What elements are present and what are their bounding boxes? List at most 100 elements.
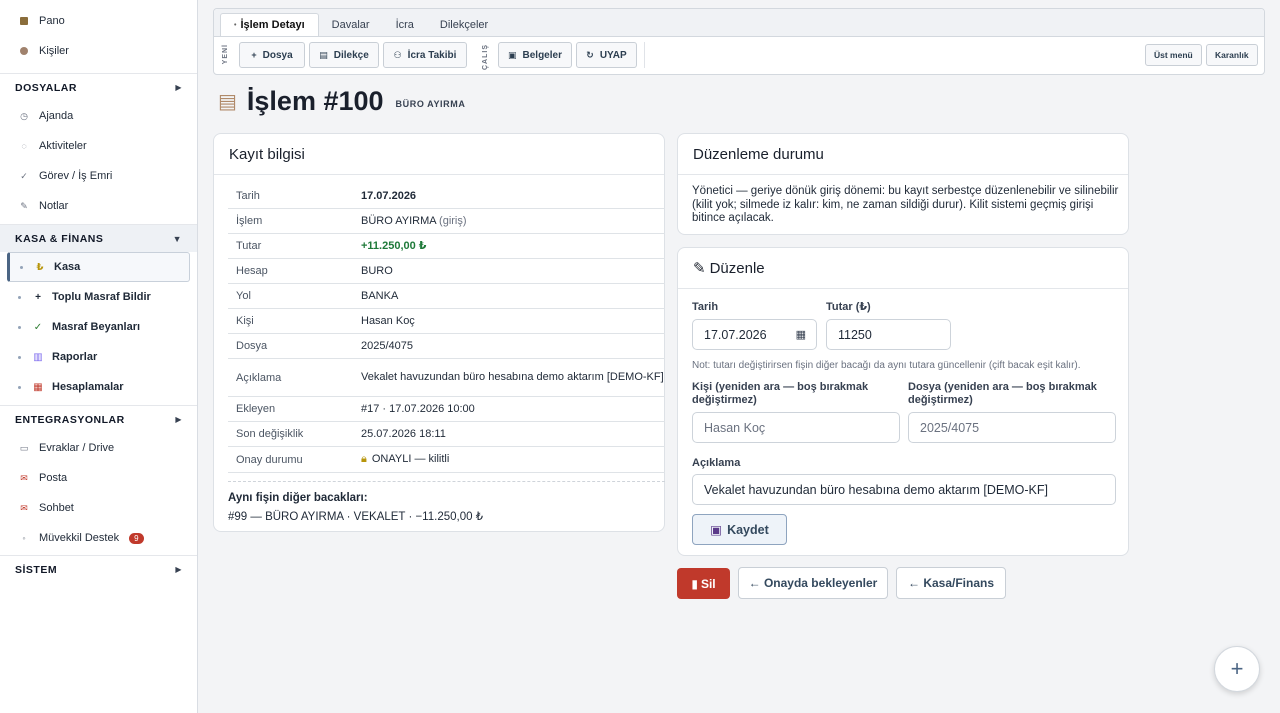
save-button[interactable]: ▣ Kaydet: [692, 514, 787, 545]
tab-islem-detayi[interactable]: • İşlem Detayı: [220, 13, 319, 36]
sidebar-item-sohbet[interactable]: ✉ Sohbet: [0, 493, 197, 523]
sidebar-item-toplu-masraf[interactable]: + Toplu Masraf Bildir: [0, 282, 197, 312]
count-badge: 9: [129, 532, 144, 544]
uyap-button[interactable]: ↻ UYAP: [576, 42, 637, 68]
sidebar-item-pano[interactable]: Pano: [0, 6, 197, 36]
amount-label: Tutar (₺): [826, 301, 871, 313]
calculator-icon: ▦: [33, 381, 43, 393]
tab-label: İşlem Detayı: [240, 19, 305, 31]
sidebar-item-label: Evraklar / Drive: [39, 442, 115, 454]
add-fab-button[interactable]: +: [1214, 646, 1260, 692]
record-row: Son değişiklik 25.07.2026 18:11: [228, 422, 665, 447]
record-card-title: Kayıt bilgisi: [214, 134, 664, 175]
tab-davalar[interactable]: Davalar: [319, 13, 383, 36]
check-icon: ✓: [33, 321, 43, 333]
row-value: 2025/4075: [361, 339, 413, 352]
folder-icon: ▭: [19, 442, 29, 453]
caret-right-icon: ▶: [175, 565, 182, 574]
toolbar-divider: [644, 42, 645, 68]
sidebar-item-label: Müvekkil Destek: [39, 532, 120, 544]
record-row: Açıklama Vekalet havuzundan büro hesabına…: [228, 359, 665, 397]
chart-icon: ▥: [33, 351, 43, 363]
section-sistem[interactable]: SİSTEM ▶: [0, 555, 197, 583]
sidebar-item-label: Sohbet: [39, 502, 74, 514]
mail-icon: ✉: [20, 472, 28, 483]
row-key: Hesap: [236, 265, 268, 277]
row-value: BANKA: [361, 289, 399, 302]
plus-icon: +: [1230, 656, 1244, 681]
document-icon: ▤: [319, 49, 328, 60]
sidebar-item-ajanda[interactable]: ◷ Ajanda: [0, 101, 197, 131]
pending-approvals-button[interactable]: ← Onayda bekleyenler: [738, 567, 888, 599]
sidebar-item-kasa[interactable]: ₺ Kasa: [7, 252, 190, 282]
file-placeholder: 2025/4075: [920, 420, 980, 435]
row-key: Kişi: [236, 315, 254, 327]
amount-input[interactable]: 11250: [826, 319, 951, 350]
bullet-icon: [18, 325, 21, 329]
row-key: Dosya: [236, 340, 268, 352]
section-dosyalar[interactable]: DOSYALAR ▶: [0, 73, 197, 101]
person-search-input[interactable]: Hasan Koç: [692, 412, 900, 443]
dark-mode-button[interactable]: Karanlık: [1206, 44, 1258, 66]
record-row: Dosya 2025/4075: [228, 334, 665, 359]
sidebar-item-posta[interactable]: ✉ Posta: [0, 463, 197, 493]
bullet-icon: [18, 295, 21, 299]
archive-icon: ▣: [508, 49, 517, 60]
file-search-input[interactable]: 2025/4075: [908, 412, 1116, 443]
binoculars-icon: ⚇: [393, 49, 402, 60]
check-icon: ✓: [20, 170, 28, 181]
date-input[interactable]: 17.07.2026 ▦: [692, 319, 817, 350]
record-row: Tutar +11.250,00 ₺: [228, 234, 665, 259]
record-row: Hesap BURO: [228, 259, 665, 284]
plus-icon: +: [35, 291, 41, 303]
sidebar-item-aktiviteler[interactable]: ◌ Aktiviteler: [0, 131, 197, 161]
new-icra-takibi-button[interactable]: ⚇ İcra Takibi: [383, 42, 467, 68]
section-label: KASA & FİNANS: [15, 232, 104, 245]
description-input[interactable]: Vekalet havuzundan büro hesabına demo ak…: [692, 474, 1116, 505]
bullet-icon: [18, 385, 21, 389]
belgeler-button[interactable]: ▣ Belgeler: [498, 42, 572, 68]
delete-button[interactable]: ▮ Sil: [677, 568, 730, 599]
sidebar-item-raporlar[interactable]: ▥ Raporlar: [0, 342, 197, 372]
sidebar-item-label: Raporlar: [52, 351, 98, 363]
caret-right-icon: ▶: [175, 83, 182, 92]
row-key: Tutar: [236, 240, 262, 252]
section-label: DOSYALAR: [15, 81, 77, 94]
sidebar-item-kisiler[interactable]: Kişiler: [0, 36, 197, 66]
sidebar-item-label: Ajanda: [39, 110, 74, 122]
sidebar-item-masraf-beyanlari[interactable]: ✓ Masraf Beyanları: [0, 312, 197, 342]
button-label: Karanlık: [1215, 50, 1249, 60]
new-dosya-button[interactable]: + Dosya: [239, 42, 305, 68]
new-dilekce-button[interactable]: ▤ Dilekçe: [309, 42, 379, 68]
date-value: 17.07.2026: [704, 327, 767, 342]
sidebar-item-evraklar[interactable]: ▭ Evraklar / Drive: [0, 433, 197, 463]
sidebar-item-label: Masraf Beyanları: [52, 321, 141, 333]
sidebar-item-muvekkil-destek[interactable]: ◦ Müvekkil Destek 9: [0, 523, 197, 553]
tab-dilekceler[interactable]: Dilekçeler: [427, 13, 501, 36]
sidebar-item-hesaplamalar[interactable]: ▦ Hesaplamalar: [0, 372, 197, 402]
row-value: BURO: [361, 264, 393, 277]
sidebar-item-notlar[interactable]: ✎ Notlar: [0, 191, 197, 221]
sidebar-item-label: Aktiviteler: [39, 140, 87, 152]
row-value: +11.250,00 ₺: [361, 239, 427, 252]
calendar-icon[interactable]: ▦: [796, 328, 806, 341]
ust-menu-button[interactable]: Üst menü: [1145, 44, 1202, 66]
amount-value: 11250: [838, 327, 872, 342]
sidebar-item-gorev[interactable]: ✓ Görev / İş Emri: [0, 161, 197, 191]
kasa-finans-button[interactable]: ← Kasa/Finans: [896, 567, 1006, 599]
row-key: Tarih: [236, 190, 260, 202]
section-entegrasyonlar[interactable]: ENTEGRASYONLAR ▶: [0, 405, 197, 433]
other-legs-value: #99 — BÜRO AYIRMA · VEKALET · −11.250,00…: [228, 511, 484, 523]
sidebar-item-label: Posta: [39, 472, 68, 484]
edit-status-card: Düzenleme durumu Yönetici — geriye dönük…: [677, 133, 1129, 235]
record-row: Yol BANKA: [228, 284, 665, 309]
pencil-icon: ✎: [20, 200, 28, 211]
section-label: ENTEGRASYONLAR: [15, 413, 125, 426]
tab-icra[interactable]: İcra: [383, 13, 427, 36]
section-kasa-finans[interactable]: KASA & FİNANS ▼: [0, 224, 197, 252]
record-row: Onay durumu 🔒︎ ONAYLI — kilitli: [228, 447, 665, 473]
row-value: BÜRO AYIRMA: [361, 214, 436, 227]
description-value: Vekalet havuzundan büro hesabına demo ak…: [704, 482, 1048, 497]
sidebar-item-label: Kişiler: [39, 45, 69, 57]
row-value: 25.07.2026 18:11: [361, 427, 446, 440]
